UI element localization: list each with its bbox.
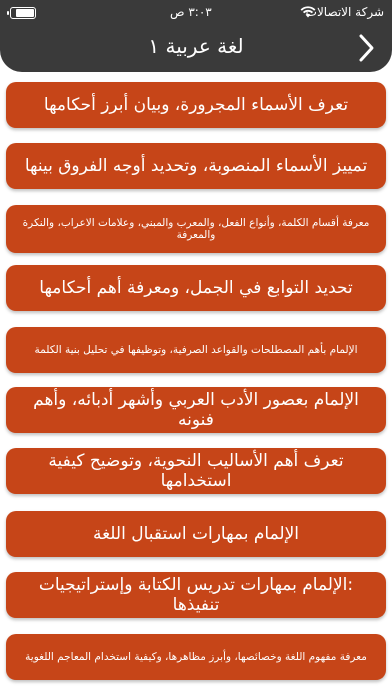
battery-icon [7,7,36,19]
lesson-label: تعرف أهم الأساليب النحوية، وتوضيح كيفية … [48,451,344,491]
lesson-label: تمييز الأسماء المنصوبة، وتحديد أوجه الفر… [24,156,368,176]
status-bar: ٣:٠٣ ص شركة الاتصالات [0,0,392,26]
lesson-button-3[interactable]: معرفة أقسام الكلمة، وأنواع الفعل، والمعر… [6,205,386,253]
lesson-button-8[interactable]: الإلمام بمهارات استقبال اللغة [6,511,386,557]
lesson-button-6[interactable]: الإلمام بعصور الأدب العربي وأشهر أدبائه،… [6,387,386,433]
lesson-label: تعرف الأسماء المجرورة، وبيان أبرز أحكامه… [43,95,349,115]
carrier-name: شركة الاتصالات [305,5,384,19]
lesson-button-4[interactable]: تحديد التوابع في الجمل، ومعرفة أهم أحكام… [6,265,386,311]
page-title: لغة عربية ١ [148,34,244,58]
lesson-button-9[interactable]: :الإلمام بمهارات تدريس الكتابة وإستراتيج… [6,572,386,618]
back-button[interactable] [354,32,378,64]
lesson-button-5[interactable]: الإلمام بأهم المصطلحات والقواعد الصرفية،… [6,327,386,373]
lesson-label: معرفة مفهوم اللغة وخصائصها، وأبرز مظاهره… [25,651,367,663]
lesson-button-2[interactable]: تمييز الأسماء المنصوبة، وتحديد أوجه الفر… [6,143,386,189]
lesson-label: :الإلمام بمهارات تدريس الكتابة وإستراتيج… [38,575,354,615]
chevron-right-icon [359,34,374,62]
lesson-label: معرفة أقسام الكلمة، وأنواع الفعل، والمعر… [22,217,370,241]
lesson-label: تحديد التوابع في الجمل، ومعرفة أهم أحكام… [39,278,353,298]
lesson-label: الإلمام بأهم المصطلحات والقواعد الصرفية،… [34,344,358,356]
status-time: ٣:٠٣ ص [170,5,212,19]
lesson-button-7[interactable]: تعرف أهم الأساليب النحوية، وتوضيح كيفية … [6,448,386,494]
lesson-label: الإلمام بعصور الأدب العربي وأشهر أدبائه،… [33,390,359,430]
lesson-label: الإلمام بمهارات استقبال اللغة [92,524,300,544]
navigation-header: لغة عربية ١ [0,26,392,72]
lesson-button-1[interactable]: تعرف الأسماء المجرورة، وبيان أبرز أحكامه… [6,82,386,128]
lesson-button-10[interactable]: معرفة مفهوم اللغة وخصائصها، وأبرز مظاهره… [6,634,386,680]
